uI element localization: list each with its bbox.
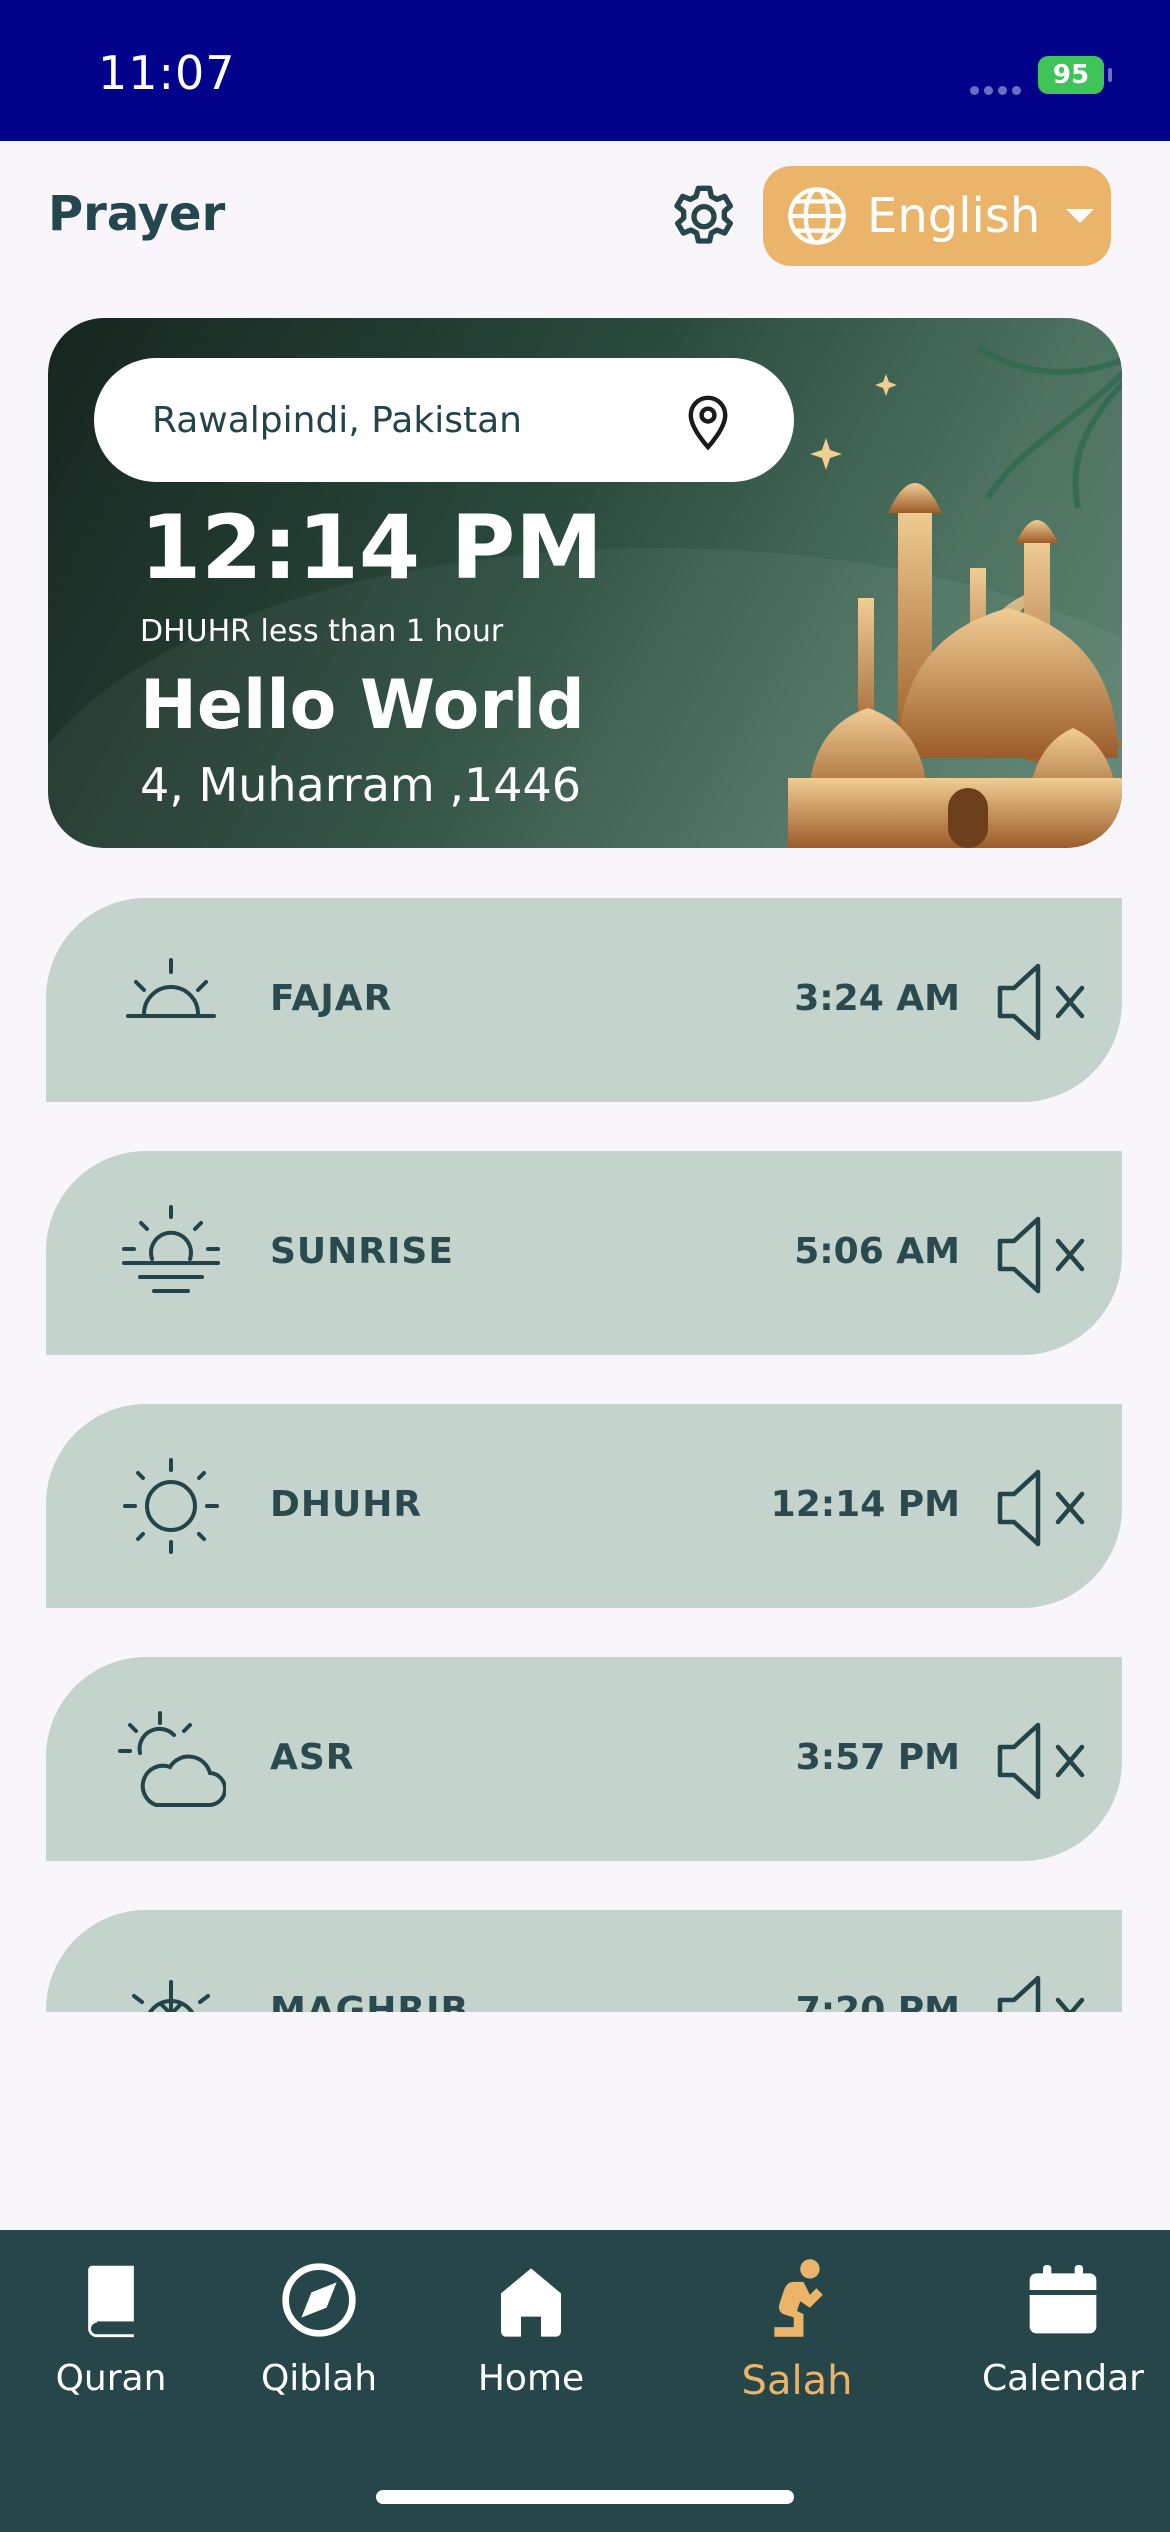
prayer-time: 3:57 PM (795, 1737, 960, 1778)
prayer-row-fajar[interactable]: FAJAR 3:24 AM (46, 898, 1122, 1102)
speaker-muted-icon[interactable] (994, 1970, 1090, 2012)
nav-quran[interactable]: Quran (11, 2260, 211, 2399)
nav-label: Home (477, 2358, 585, 2399)
nav-label: Quran (55, 2358, 167, 2399)
home-icon (501, 2268, 561, 2337)
prayer-hero-card: Rawalpindi, Pakistan 12:14 PM DHUHR less… (48, 318, 1122, 848)
speaker-muted-icon[interactable] (994, 1464, 1090, 1552)
nav-label: Calendar (982, 2358, 1144, 2399)
home-indicator[interactable] (376, 2490, 794, 2504)
settings-button[interactable] (664, 180, 744, 260)
prayer-time: 3:24 AM (794, 978, 960, 1019)
prayer-name: ASR (270, 1737, 355, 1778)
sunset-icon (132, 1980, 210, 2012)
nav-qiblah[interactable]: Qiblah (219, 2260, 419, 2399)
compass-icon (282, 2263, 356, 2337)
prayer-icon (774, 2259, 823, 2337)
sun-icon (123, 1458, 219, 1554)
hijri-date: 4, Muharram ,1446 (140, 758, 582, 812)
prayer-row-sunrise[interactable]: SUNRISE 5:06 AM (46, 1151, 1122, 1355)
sun-horizon-icon (122, 1205, 220, 1293)
nav-home[interactable]: Home (431, 2260, 631, 2399)
gear-icon (674, 185, 733, 244)
globe-icon (788, 187, 846, 245)
prayer-time: 5:06 AM (794, 1231, 960, 1272)
location-text: Rawalpindi, Pakistan (152, 400, 522, 441)
nav-salah[interactable]: Salah (697, 2256, 897, 2404)
battery-cap (1108, 68, 1112, 82)
next-prayer-info: DHUHR less than 1 hour (140, 614, 504, 649)
prayer-time: 7:20 PM (795, 1990, 960, 2012)
battery-icon: 95 (1038, 56, 1104, 94)
language-dropdown[interactable]: English (763, 166, 1111, 266)
prayer-name: SUNRISE (270, 1231, 454, 1272)
page-title: Prayer (48, 186, 226, 242)
location-pin-icon (688, 395, 728, 451)
prayer-name: FAJAR (270, 978, 393, 1019)
speaker-muted-icon[interactable] (994, 1211, 1090, 1299)
book-icon (88, 2265, 134, 2338)
chevron-down-icon (1066, 209, 1095, 223)
sunrise-icon (126, 958, 216, 1018)
language-label: English (867, 188, 1041, 244)
calendar-icon (1029, 2265, 1097, 2334)
nav-label: Qiblah (260, 2358, 378, 2399)
prayer-time: 12:14 PM (770, 1484, 960, 1525)
sun-cloud-icon (118, 1711, 226, 1808)
mosque-illustration (788, 345, 1122, 848)
nav-label: Salah (741, 2358, 853, 2404)
greeting: Hello World (140, 666, 585, 745)
prayer-row-asr[interactable]: ASR 3:57 PM (46, 1657, 1122, 1861)
bottom-navigation: Quran Qiblah Home Salah Calendar (0, 2230, 1170, 2532)
prayer-list[interactable]: FAJAR 3:24 AM SUNRISE 5:06 AM DHUHR 12:1… (0, 898, 1170, 2012)
prayer-name: MAGHRIB (270, 1990, 469, 2012)
status-time: 11:07 (98, 46, 236, 100)
current-time: 12:14 PM (140, 496, 603, 599)
signal-icon (970, 80, 1026, 99)
prayer-row-maghrib[interactable]: MAGHRIB 7:20 PM (46, 1910, 1122, 2012)
prayer-name: DHUHR (270, 1484, 423, 1525)
speaker-muted-icon[interactable] (994, 958, 1090, 1046)
status-bar: 11:07 95 (0, 0, 1170, 141)
speaker-muted-icon[interactable] (994, 1717, 1090, 1805)
prayer-row-dhuhr[interactable]: DHUHR 12:14 PM (46, 1404, 1122, 1608)
location-selector[interactable]: Rawalpindi, Pakistan (94, 358, 794, 482)
nav-calendar[interactable]: Calendar (963, 2260, 1163, 2399)
